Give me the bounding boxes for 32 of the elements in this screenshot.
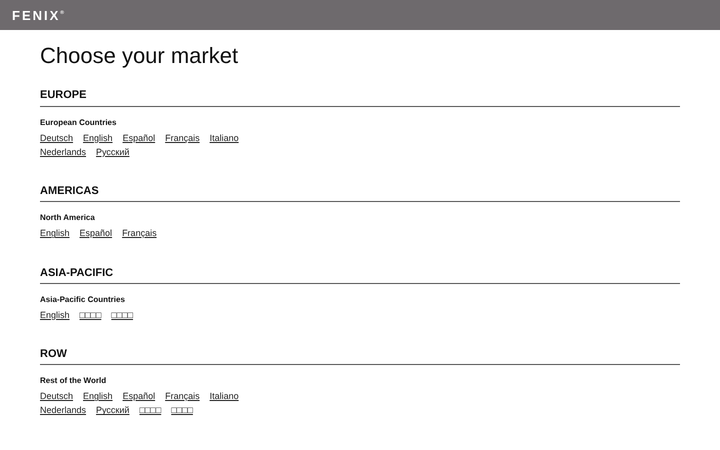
language-link[interactable]: Français	[165, 391, 200, 402]
page-title: Choose your market	[40, 43, 240, 70]
language-link[interactable]: Nederlands	[40, 405, 86, 417]
language-link[interactable]: Deutsch	[40, 391, 74, 402]
language-link[interactable]: English	[83, 132, 113, 144]
region-heading: ASIA-PACIFIC	[40, 266, 114, 280]
language-link[interactable]: English	[40, 310, 70, 321]
group-label: Asia-Pacific Countries	[40, 294, 125, 304]
language-link[interactable]: Français	[122, 228, 157, 240]
group-label: Rest of the World	[40, 376, 106, 386]
region-heading: ROW	[40, 348, 67, 362]
language-link[interactable]: □□□□	[171, 405, 193, 417]
logo[interactable]: FENIX$^{®}$	[12, 8, 64, 22]
language-link[interactable]: Italiano	[210, 132, 239, 144]
language-link[interactable]: Deutsch	[40, 132, 74, 144]
language-link[interactable]: English	[83, 391, 113, 402]
language-link[interactable]: Русский	[96, 405, 130, 417]
group-label: European Countries	[40, 118, 116, 127]
language-link[interactable]: □□□□	[80, 310, 102, 321]
language-link[interactable]: Français	[165, 132, 200, 144]
language-link[interactable]: Español	[80, 228, 112, 240]
language-link[interactable]: □□□□	[139, 405, 162, 417]
region-heading: AMERICAS	[40, 185, 99, 198]
language-link[interactable]: Italiano	[210, 391, 239, 402]
language-link[interactable]: English	[40, 228, 70, 240]
language-link[interactable]: Nederlands	[40, 146, 86, 158]
language-link[interactable]: Español	[122, 132, 156, 144]
language-link[interactable]: Español	[122, 391, 156, 402]
group-label: North America	[40, 213, 95, 222]
region-heading: EUROPE	[40, 89, 86, 103]
language-link[interactable]: □□□□	[111, 310, 134, 321]
language-link[interactable]: Русский	[96, 146, 130, 158]
